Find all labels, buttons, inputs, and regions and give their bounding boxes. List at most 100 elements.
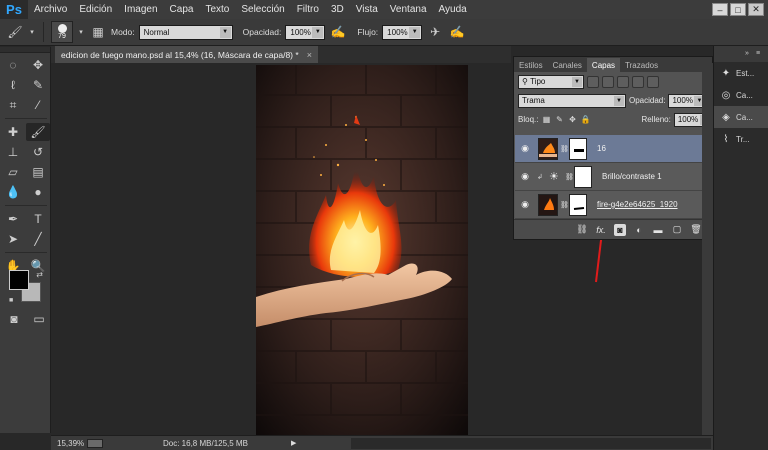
brightness-contrast-icon[interactable]: ☀ (549, 170, 563, 183)
layer-thumbnail[interactable] (538, 193, 558, 216)
flow-input[interactable]: 100% ▼ (382, 24, 423, 40)
healing-brush-tool-icon[interactable]: ✚ (1, 123, 25, 141)
pressure-opacity-icon[interactable]: ✍ (329, 23, 347, 41)
filter-shape-icon[interactable] (632, 75, 644, 88)
brush-picker-arrow-icon[interactable]: ▾ (77, 23, 85, 41)
eye-icon[interactable]: ◉ (515, 171, 535, 182)
quick-mask-icon[interactable]: ◙ (2, 310, 26, 328)
menu-seleccion[interactable]: Selección (235, 0, 290, 19)
status-menu-arrow[interactable]: ▶ (291, 439, 296, 447)
pressure-size-icon[interactable]: ✍ (448, 23, 466, 41)
new-layer-icon[interactable]: ▢ (671, 224, 683, 236)
tab-estilos[interactable]: Estilos (514, 58, 548, 72)
document-tab[interactable]: edicion de fuego mano.psd al 15,4% (16, … (55, 46, 318, 63)
menu-ventana[interactable]: Ventana (384, 0, 433, 19)
link-icon[interactable]: ⛓ (565, 173, 574, 181)
zoom-level[interactable]: 15,39% (51, 439, 87, 448)
dock-item-styles[interactable]: ✦ Est... (714, 62, 768, 84)
maximize-button[interactable]: □ (730, 3, 746, 16)
brush-tool-icon[interactable]: 🖌 (6, 23, 24, 41)
airbrush-icon[interactable]: ✈ (426, 23, 444, 41)
menu-ayuda[interactable]: Ayuda (433, 0, 473, 19)
opacity-input[interactable]: 100% ▼ (285, 24, 326, 40)
clone-stamp-tool-icon[interactable]: ⊥ (1, 143, 25, 161)
lock-transparent-icon[interactable]: ▦ (541, 115, 551, 125)
eyedropper-tool-icon[interactable]: ⁄ (26, 96, 50, 114)
lock-all-icon[interactable]: 🔒 (580, 115, 590, 125)
layer-mask-thumbnail[interactable] (574, 165, 592, 188)
filter-type-icon[interactable] (617, 75, 629, 88)
layer-mask-thumbnail[interactable] (569, 137, 587, 160)
new-group-icon[interactable]: ▬ (652, 224, 664, 236)
eye-icon[interactable]: ◉ (515, 143, 535, 154)
eraser-tool-icon[interactable]: ▱ (1, 163, 25, 181)
add-layer-mask-icon[interactable]: ◙ (614, 223, 626, 236)
menu-vista[interactable]: Vista (350, 0, 384, 19)
link-icon[interactable]: ⛓ (560, 145, 569, 153)
brush-panel-toggle-icon[interactable]: ▦ (89, 23, 107, 41)
tab-trazados[interactable]: Trazados (620, 58, 663, 72)
dock-item-channels[interactable]: ◎ Ca... (714, 84, 768, 106)
history-brush-tool-icon[interactable]: ↺ (26, 143, 50, 161)
type-tool-icon[interactable]: T (26, 210, 50, 228)
menu-texto[interactable]: Texto (199, 0, 235, 19)
menu-capa[interactable]: Capa (164, 0, 200, 19)
path-selection-tool-icon[interactable]: ➤ (1, 230, 25, 248)
layer-row-brillo-contraste[interactable]: ◉ ↲ ☀ ⛓ Brillo/contraste 1 (515, 163, 702, 191)
layer-opacity-input[interactable]: 100% ▼ (668, 93, 707, 108)
marquee-tool-icon[interactable]: ◌ (1, 56, 25, 74)
canvas-image[interactable] (256, 65, 468, 435)
menu-archivo[interactable]: Archivo (28, 0, 73, 19)
blend-mode-select[interactable]: Trama ▼ (518, 93, 626, 108)
gradient-tool-icon[interactable]: ▤ (26, 163, 50, 181)
crop-tool-icon[interactable]: ⌗ (1, 96, 25, 114)
dock-menu-icon[interactable]: ≡ (756, 50, 765, 59)
filter-adjustment-icon[interactable] (602, 75, 614, 88)
brush-preset-picker[interactable]: 79 (51, 21, 73, 43)
dock-item-paths[interactable]: ⌇ Tr... (714, 128, 768, 150)
brush-tool-icon[interactable]: 🖌 (26, 123, 50, 141)
tool-preset-arrow-icon[interactable]: ▾ (28, 23, 36, 41)
menu-filtro[interactable]: Filtro (291, 0, 325, 19)
lock-position-icon[interactable]: ✥ (567, 115, 577, 125)
swap-colors-icon[interactable]: ⇄ (36, 270, 43, 279)
delete-layer-icon[interactable]: 🗑 (690, 224, 702, 236)
layer-mask-thumbnail[interactable] (569, 193, 587, 216)
dodge-tool-icon[interactable]: ● (26, 183, 50, 201)
mode-select[interactable]: Normal ▼ (138, 24, 233, 40)
minimize-button[interactable]: – (712, 3, 728, 16)
canvas-horizontal-scrollbar[interactable] (351, 438, 711, 449)
dock-item-layers[interactable]: ◈ Ca... (714, 106, 768, 128)
status-preview-icon[interactable] (87, 438, 103, 448)
layer-style-button[interactable]: fx. (595, 224, 607, 236)
lock-image-icon[interactable]: ✎ (554, 115, 564, 125)
canvas-vertical-scrollbar[interactable] (702, 63, 713, 435)
menu-3d[interactable]: 3D (325, 0, 350, 19)
adjustment-layer-icon[interactable]: ◐ (633, 224, 645, 236)
blur-tool-icon[interactable]: 💧 (1, 183, 25, 201)
filter-pixel-icon[interactable] (587, 75, 599, 88)
tab-capas[interactable]: Capas (586, 58, 621, 72)
link-icon[interactable]: ⛓ (560, 201, 569, 209)
collapse-icon[interactable]: » (745, 50, 754, 59)
eye-icon[interactable]: ◉ (515, 199, 535, 210)
line-tool-icon[interactable]: ╱ (26, 230, 50, 248)
default-colors-icon[interactable]: ■ (9, 297, 13, 304)
layer-thumbnail[interactable] (538, 137, 558, 160)
menu-edicion[interactable]: Edición (73, 0, 118, 19)
layer-name[interactable]: 16 (597, 144, 606, 153)
close-icon[interactable]: × (307, 50, 312, 60)
quick-selection-tool-icon[interactable]: ✎ (26, 76, 50, 94)
filter-kind-select[interactable]: ⚲ Tipo ▼ (518, 74, 584, 89)
pen-tool-icon[interactable]: ✒ (1, 210, 25, 228)
move-tool-icon[interactable]: ✥ (26, 56, 50, 74)
layer-row-fire[interactable]: ◉ ⛓ fire-g4e2e64625_1920 (515, 191, 702, 219)
filter-smart-object-icon[interactable] (647, 75, 659, 88)
foreground-color-swatch[interactable] (9, 270, 29, 290)
link-layers-icon[interactable]: ⛓ (576, 224, 588, 236)
lasso-tool-icon[interactable]: ℓ (1, 76, 25, 94)
close-window-button[interactable]: ✕ (748, 3, 764, 16)
layer-row-16[interactable]: ◉ ⛓ 16 (515, 135, 702, 163)
tab-canales[interactable]: Canales (548, 58, 587, 72)
menu-imagen[interactable]: Imagen (118, 0, 163, 19)
